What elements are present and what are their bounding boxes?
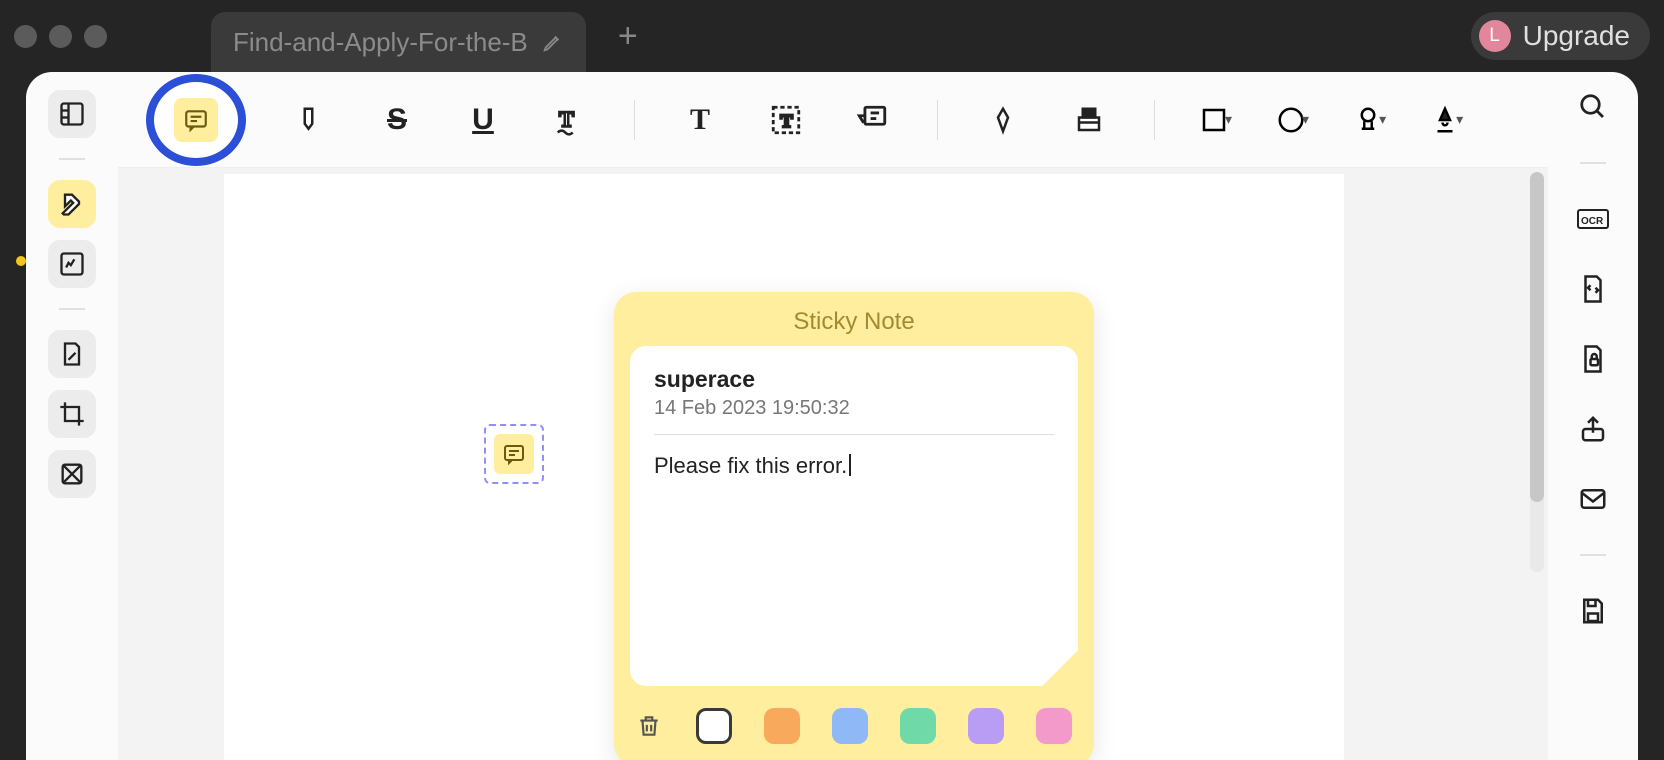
svg-text:OCR: OCR bbox=[1581, 216, 1604, 227]
main-window: S U T T T ▾ bbox=[26, 72, 1638, 760]
save-button[interactable] bbox=[1576, 594, 1610, 628]
underline-tool-button[interactable]: U bbox=[462, 99, 504, 141]
redact-tool-button[interactable] bbox=[48, 450, 96, 498]
freehand-tool-button[interactable] bbox=[48, 240, 96, 288]
search-button[interactable] bbox=[1576, 90, 1610, 124]
pen-tool-button[interactable] bbox=[982, 99, 1024, 141]
minimize-window-button[interactable] bbox=[49, 25, 72, 48]
callout-tool-button[interactable] bbox=[851, 99, 893, 141]
window-traffic-lights bbox=[14, 25, 107, 48]
annotation-toolbar: S U T T T ▾ bbox=[118, 72, 1548, 168]
avatar: L bbox=[1479, 20, 1511, 52]
eraser-tool-button[interactable] bbox=[1068, 99, 1110, 141]
new-tab-button[interactable]: + bbox=[610, 17, 646, 56]
note-color-pink[interactable] bbox=[1036, 708, 1072, 744]
sticky-note-timestamp: 14 Feb 2023 19:50:32 bbox=[654, 397, 1054, 420]
active-tool-indicator bbox=[16, 256, 26, 266]
ocr-button[interactable]: OCR bbox=[1576, 202, 1610, 236]
crop-tool-button[interactable] bbox=[48, 390, 96, 438]
share-button[interactable] bbox=[1576, 412, 1610, 446]
note-color-green[interactable] bbox=[900, 708, 936, 744]
pencil-icon[interactable] bbox=[542, 31, 564, 53]
textbox-tool-button[interactable]: T bbox=[765, 99, 807, 141]
left-toolbar bbox=[26, 72, 118, 760]
page-edit-tool-button[interactable] bbox=[48, 330, 96, 378]
stamp-tool-button[interactable]: ▾ bbox=[1353, 105, 1386, 135]
sticky-note-popup: Sticky Note superace 14 Feb 2023 19:50:3… bbox=[614, 292, 1094, 760]
sticky-note-body-input[interactable]: Please fix this error. bbox=[654, 453, 1054, 479]
sticky-note-card: superace 14 Feb 2023 19:50:32 Please fix… bbox=[630, 346, 1078, 686]
close-window-button[interactable] bbox=[14, 25, 37, 48]
delete-note-button[interactable] bbox=[636, 712, 664, 740]
document-tab[interactable]: Find-and-Apply-For-the-B bbox=[211, 12, 586, 72]
titlebar: Find-and-Apply-For-the-B + L Upgrade bbox=[0, 0, 1664, 72]
document-page[interactable]: Sticky Note superace 14 Feb 2023 19:50:3… bbox=[224, 174, 1344, 760]
right-toolbar: OCR bbox=[1548, 72, 1638, 760]
vertical-scrollbar[interactable] bbox=[1530, 172, 1544, 572]
thumbnails-button[interactable] bbox=[48, 90, 96, 138]
note-color-orange[interactable] bbox=[764, 708, 800, 744]
placed-sticky-note[interactable] bbox=[484, 424, 544, 484]
upgrade-label: Upgrade bbox=[1523, 20, 1630, 52]
scrollbar-thumb[interactable] bbox=[1530, 172, 1544, 502]
sticky-note-author: superace bbox=[654, 366, 1054, 393]
signature-tool-button[interactable]: ▾ bbox=[1430, 105, 1463, 135]
note-color-purple[interactable] bbox=[968, 708, 1004, 744]
chevron-down-icon: ▾ bbox=[1379, 111, 1386, 128]
note-color-blue[interactable] bbox=[832, 708, 868, 744]
circle-tool-button[interactable]: ▾ bbox=[1276, 105, 1309, 135]
squiggly-tool-button[interactable]: T bbox=[548, 99, 590, 141]
sticky-note-footer bbox=[630, 686, 1078, 750]
mail-button[interactable] bbox=[1576, 482, 1610, 516]
svg-text:T: T bbox=[559, 106, 574, 131]
strikethrough-tool-button[interactable]: S bbox=[376, 99, 418, 141]
note-icon bbox=[174, 98, 218, 142]
note-icon bbox=[494, 434, 534, 474]
sticky-note-tool-button[interactable] bbox=[146, 74, 246, 166]
encrypt-button[interactable] bbox=[1576, 342, 1610, 376]
chevron-down-icon: ▾ bbox=[1302, 111, 1309, 128]
document-viewport[interactable]: Sticky Note superace 14 Feb 2023 19:50:3… bbox=[118, 168, 1548, 760]
sticky-note-text: Please fix this error. bbox=[654, 453, 847, 478]
chevron-down-icon: ▾ bbox=[1456, 111, 1463, 128]
convert-button[interactable] bbox=[1576, 272, 1610, 306]
marker-tool-button[interactable] bbox=[290, 99, 332, 141]
note-color-white[interactable] bbox=[696, 708, 732, 744]
document-tab-title: Find-and-Apply-For-the-B bbox=[233, 27, 528, 58]
shape-tool-button[interactable]: ▾ bbox=[1199, 105, 1232, 135]
highlight-tool-button[interactable] bbox=[48, 180, 96, 228]
chevron-down-icon: ▾ bbox=[1225, 111, 1232, 128]
text-tool-button[interactable]: T bbox=[679, 99, 721, 141]
center-column: S U T T T ▾ bbox=[118, 72, 1548, 760]
text-cursor bbox=[849, 454, 851, 476]
upgrade-button[interactable]: L Upgrade bbox=[1471, 12, 1650, 60]
maximize-window-button[interactable] bbox=[84, 25, 107, 48]
svg-text:T: T bbox=[780, 111, 792, 131]
sticky-note-title: Sticky Note bbox=[630, 308, 1078, 336]
